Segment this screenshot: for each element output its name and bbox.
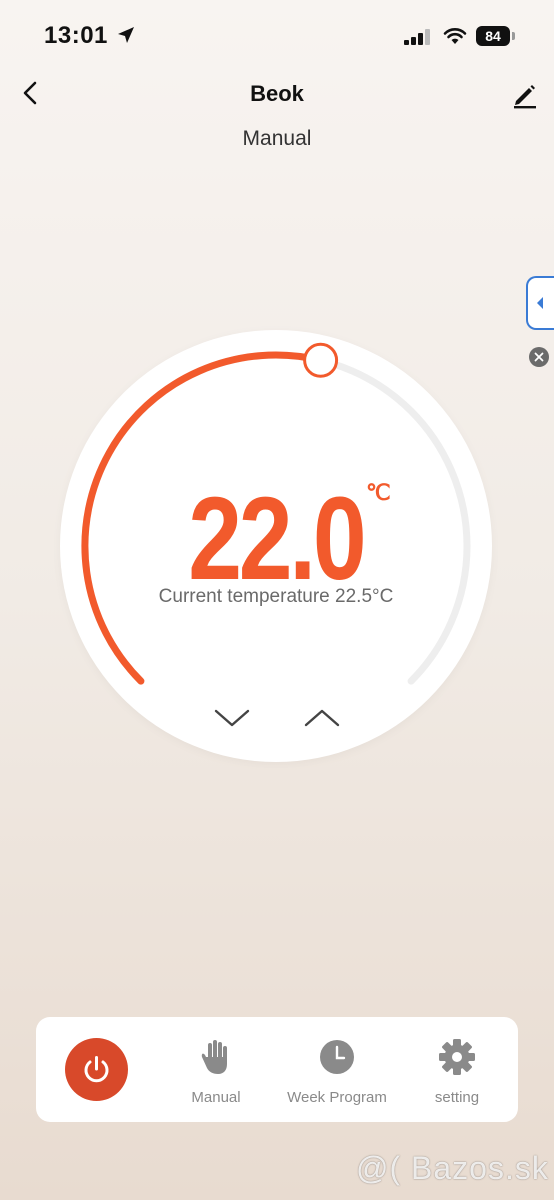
triangle-left-icon bbox=[537, 297, 543, 309]
current-temperature: Current temperature 22.5°C bbox=[158, 586, 394, 607]
pencil-icon bbox=[514, 85, 536, 109]
setpoint-display: 22.0 bbox=[60, 480, 492, 598]
watermark: @( Bazos.sk bbox=[356, 1150, 549, 1186]
hand-icon bbox=[201, 1040, 227, 1074]
tab-week-program[interactable]: Week Program bbox=[282, 1037, 392, 1106]
status-bar: 13:01 84 bbox=[0, 0, 554, 70]
clock-icon bbox=[320, 1040, 354, 1074]
power-icon bbox=[84, 1056, 109, 1083]
tab-week-program-label: Week Program bbox=[287, 1089, 387, 1106]
decrease-temperature-button[interactable] bbox=[210, 702, 254, 732]
side-close-button[interactable] bbox=[529, 347, 549, 367]
side-drawer-tab[interactable] bbox=[526, 276, 554, 330]
status-time: 13:01 bbox=[44, 22, 108, 49]
chevron-down-icon bbox=[214, 709, 250, 727]
wifi-icon bbox=[443, 28, 467, 44]
tab-manual-label: Manual bbox=[191, 1089, 241, 1106]
battery-tip bbox=[512, 32, 515, 40]
chevron-up-icon bbox=[304, 709, 340, 727]
edit-button[interactable] bbox=[510, 80, 540, 110]
battery-indicator: 84 bbox=[476, 26, 510, 46]
setpoint-value: 22.0 bbox=[188, 473, 366, 605]
tab-manual[interactable]: Manual bbox=[181, 1037, 251, 1106]
increase-temperature-button[interactable] bbox=[300, 702, 344, 732]
gear-icon bbox=[439, 1039, 475, 1075]
mode-subtitle: Manual bbox=[242, 127, 312, 150]
page-title: Beok bbox=[250, 81, 304, 106]
setpoint-unit: ℃ bbox=[366, 480, 391, 505]
power-button[interactable] bbox=[65, 1038, 128, 1101]
tab-setting-label: setting bbox=[434, 1089, 480, 1106]
setpoint-knob[interactable] bbox=[303, 342, 339, 378]
cellular-signal-icon bbox=[404, 29, 430, 45]
thermostat-dial[interactable]: 22.0 ℃ Current temperature 22.5°C bbox=[60, 330, 492, 762]
tab-setting[interactable]: setting bbox=[422, 1037, 492, 1106]
bottom-control-bar: Manual Week Program setting bbox=[36, 1017, 518, 1122]
location-arrow-icon bbox=[118, 27, 134, 43]
close-icon bbox=[534, 352, 544, 362]
